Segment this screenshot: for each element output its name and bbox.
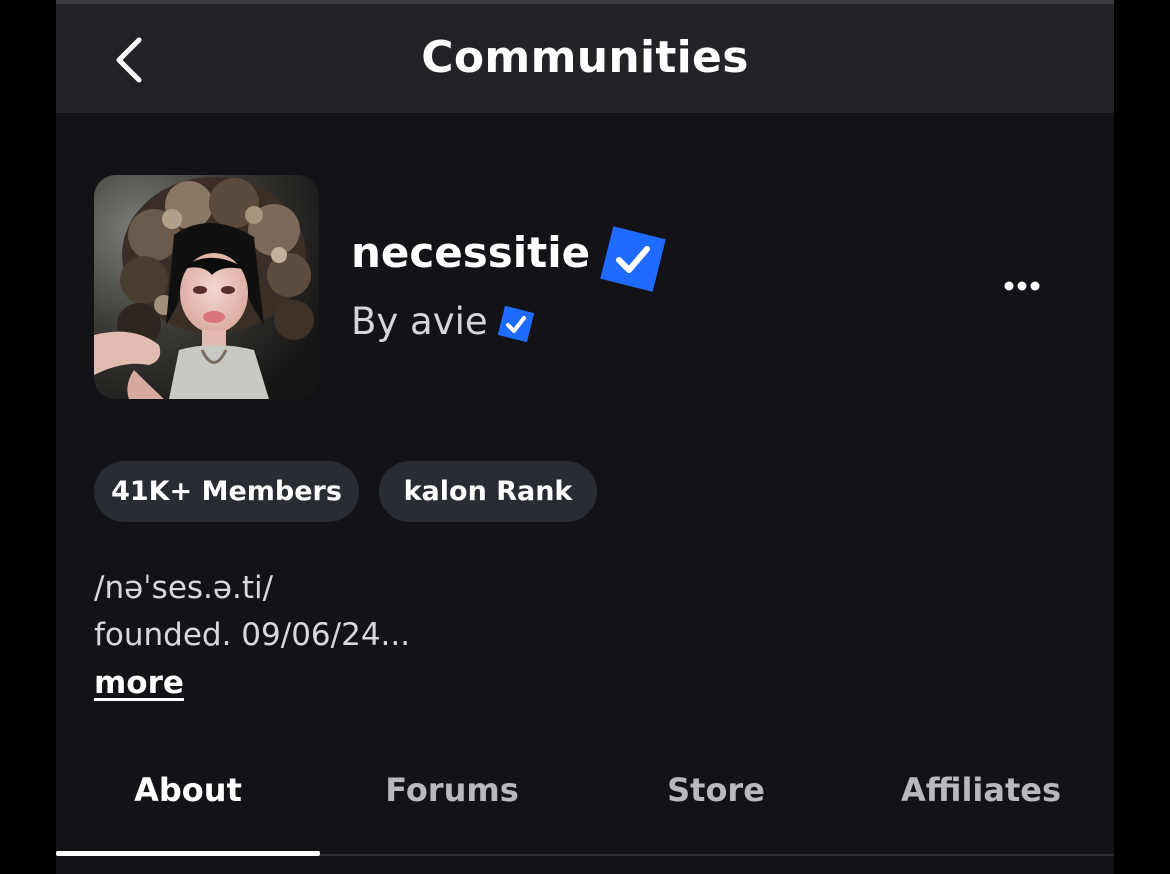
tab-store[interactable]: Store: [584, 760, 848, 820]
description-line: founded. 09/06/24...: [94, 617, 411, 653]
active-tab-indicator: [56, 851, 320, 856]
verified-badge-icon: [600, 226, 666, 292]
rank-badge[interactable]: kalon Rank: [379, 461, 597, 522]
members-count-badge[interactable]: 41K+ Members: [94, 461, 359, 522]
header-bar: Communities: [56, 4, 1114, 113]
community-name: necessitie: [351, 228, 591, 277]
page-title: Communities: [421, 32, 749, 83]
more-link[interactable]: more: [94, 661, 184, 705]
owner-name[interactable]: avie: [410, 300, 488, 343]
ellipsis-icon[interactable]: [996, 266, 1048, 306]
owner-prefix: By: [351, 300, 399, 343]
community-avatar: [94, 175, 319, 399]
description-line: /nəˈses.ə.ti/: [94, 570, 274, 606]
app-screen: Communities necessitie By avie 41K+ Memb…: [56, 0, 1114, 874]
tab-about[interactable]: About: [56, 760, 320, 820]
tab-forums[interactable]: Forums: [320, 760, 584, 820]
tab-affiliates[interactable]: Affiliates: [848, 760, 1114, 820]
owner-verified-badge-icon: [497, 305, 535, 343]
owner-line: By avie: [351, 296, 488, 348]
